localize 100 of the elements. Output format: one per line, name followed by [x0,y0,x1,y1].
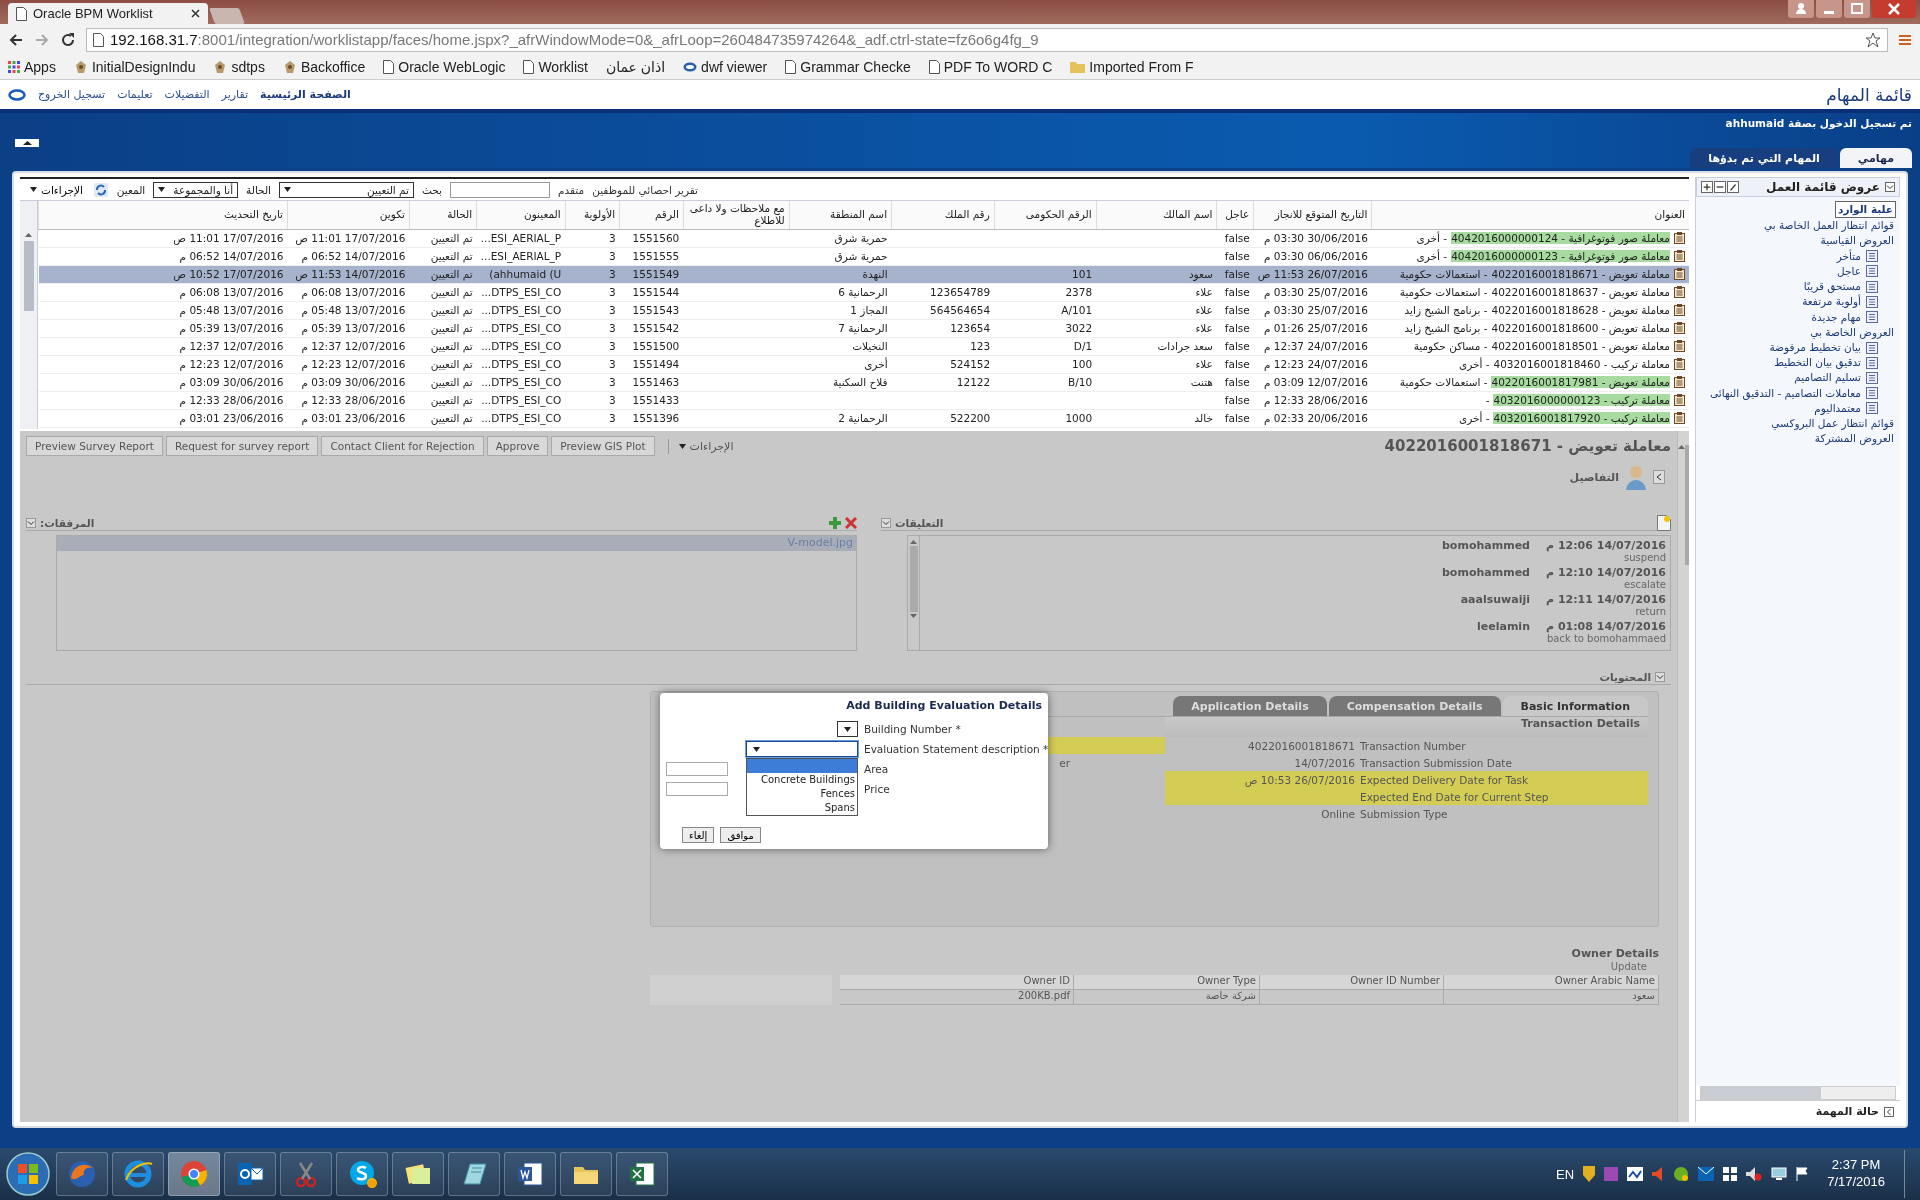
column-header[interactable]: Owner Type [1074,975,1260,990]
task-title[interactable]: معاملة تركيب - 4032016001817920 [1493,412,1670,424]
task-title[interactable]: معاملة تعويض - 4022016001817981 [1491,376,1670,388]
dropdown-option[interactable]: Concrete Buildings [747,773,857,787]
column-header[interactable]: العنوان [1371,201,1689,229]
dropdown[interactable] [746,741,858,757]
nav-link[interactable]: تعليمات [117,88,153,101]
action-button[interactable]: Preview GIS Plot [551,436,655,456]
dialog-button[interactable]: إلغاء [682,827,715,843]
bookmark-link[interactable]: sdtps [231,59,265,75]
action-button[interactable]: Approve [486,436,549,456]
sidebar-item[interactable]: بيان تخطيط مرفوضة [1767,339,1863,356]
refresh-icon[interactable] [92,181,109,198]
clock-date[interactable]: 7/17/2016 [1827,1174,1885,1191]
bookmark-link[interactable]: Grammar Checke [800,59,911,75]
sidebar-item[interactable]: علبة الوارد [1835,201,1896,219]
sidebar-item[interactable]: تسليم التصاميم [1792,370,1863,386]
column-header[interactable]: Owner Arabic Name [1444,975,1659,990]
sidebar-item[interactable]: معاملات التصاميم - التدقيق النهائى [1708,385,1863,401]
scrollbar-thumb[interactable] [1701,1087,1821,1099]
new-tab-button[interactable] [209,8,245,24]
reload-icon[interactable] [60,31,76,48]
bookmark-link[interactable]: Imported From F [1089,59,1194,75]
dropdown[interactable] [837,721,858,737]
bookmark-link[interactable]: اذان عمان [605,59,666,75]
column-header[interactable]: التاريخ المتوقع للانجاز [1253,201,1372,229]
task-title[interactable]: معاملة تعويض - 4022016001818628 [1491,304,1670,316]
search-field[interactable] [450,181,551,198]
start-icon[interactable] [4,1150,52,1198]
actions-menu[interactable]: الإجراءات [28,183,85,196]
collapse-icon[interactable] [26,517,36,528]
taskbar-button[interactable] [504,1152,556,1196]
collapse-button[interactable] [15,139,39,147]
sidebar-item[interactable]: العروض المشتركة [1812,431,1896,447]
input-field[interactable] [666,762,728,776]
sidebar-item[interactable]: تدقيق بيان التخطيط [1772,355,1863,371]
tab[interactable]: مهامي [1839,148,1912,168]
language-indicator[interactable]: EN [1556,1166,1575,1182]
sidebar-item[interactable]: قوائم انتظار عمل البروكسي [1769,416,1896,432]
sidebar-item[interactable]: معتمداليوم [1812,400,1863,417]
action-button[interactable]: Preview Survey Report [26,436,163,456]
tab[interactable]: المهام التي تم بدؤها [1690,148,1838,168]
minus-icon[interactable] [1714,181,1726,193]
menu-icon[interactable] [1898,32,1912,47]
sidebar-item[interactable]: أولوية مرتفعة [1800,294,1863,310]
star-icon[interactable] [1865,31,1881,48]
assignee-select[interactable]: أنا والمجموعة [153,181,239,198]
taskbar-button[interactable] [392,1152,444,1196]
task-title[interactable]: معاملة صور فوتوغرافية - 4042016000000124 [1451,232,1670,244]
column-header[interactable]: رقم الملك [891,201,995,229]
column-header[interactable]: اسم المنطقة [789,201,892,229]
bookmark-link[interactable]: Worklist [538,59,588,75]
expand-icon[interactable] [1653,470,1665,484]
taskbar-button[interactable] [224,1152,276,1196]
nav-link[interactable]: تسجيل الخروج [38,88,106,101]
sidebar-item[interactable]: متأخر [1834,248,1863,264]
column-header[interactable]: الرقم [619,201,684,229]
bookmark-link[interactable]: Oracle WebLogic [398,59,506,75]
nav-link[interactable]: التفضيلات [164,88,210,101]
column-header[interactable]: تكوين [287,201,410,229]
advanced-link[interactable]: متقدم [558,183,585,196]
task-title[interactable]: معاملة تعويض - 4022016001818671 [1491,268,1670,280]
collapse-icon[interactable] [1885,182,1895,192]
bookmark-link[interactable]: Backoffice [300,59,366,75]
close-icon[interactable] [191,9,200,18]
scrollbar-thumb[interactable] [909,546,918,612]
sidebar-item[interactable]: العروض القياسية [1818,233,1896,249]
input-field[interactable] [666,782,728,796]
taskbar-button[interactable] [448,1152,500,1196]
column-header[interactable]: عاجل [1216,201,1254,229]
column-header[interactable]: الرقم الحكومى [994,201,1097,229]
bookmark-link[interactable]: PDF To WORD C [943,59,1053,75]
action-button[interactable]: Contact Client for Rejection [321,436,484,456]
close-icon[interactable] [1872,0,1916,18]
scrollbar-thumb[interactable] [1685,445,1689,565]
delete-icon[interactable] [845,516,857,529]
bookmark-link[interactable]: InitialDesignIndu [91,59,196,75]
bookmark-link[interactable]: dwf viewer [701,59,768,75]
scrollbar-thumb[interactable] [23,241,34,311]
taskbar-button[interactable] [616,1152,668,1196]
address-field[interactable]: 192.168.31.7:8001/integration/worklistapp/faces/home.jspx?_afrWindowMode=0&_afrLoop=260484735974264&_adf.ctrl-state=fz6o6g4fg_9 [86,27,1888,52]
plus-icon[interactable] [1701,181,1713,193]
column-header[interactable]: الأولوية [565,201,620,229]
clock-time[interactable]: 2:37 PM [1831,1157,1881,1174]
report-link[interactable]: تقرير احصائي للموظفين [592,183,698,196]
collapse-icon[interactable] [1655,671,1665,682]
column-header[interactable]: الحالة [409,201,477,229]
task-title[interactable]: معاملة تعويض - 4022016001818637 [1491,286,1670,298]
taskbar-button[interactable] [336,1152,388,1196]
tab[interactable]: Basic Information [1502,696,1648,716]
task-title[interactable]: معاملة تعويض - 4022016001818600 [1491,322,1670,334]
dropdown-option[interactable]: Fences [747,787,857,801]
taskbar-button[interactable] [112,1152,164,1196]
bookmark-link[interactable]: Apps [24,59,56,75]
column-header[interactable]: المعينون [476,201,566,229]
collapse-icon[interactable] [881,517,891,528]
sidebar-item[interactable]: مهام جديدة [1809,309,1863,325]
task-title[interactable]: معاملة تعويض - 4022016001818501 [1491,340,1670,352]
browser-tab[interactable]: Oracle BPM Worklist [8,3,208,24]
expand-icon[interactable] [1884,1106,1894,1117]
